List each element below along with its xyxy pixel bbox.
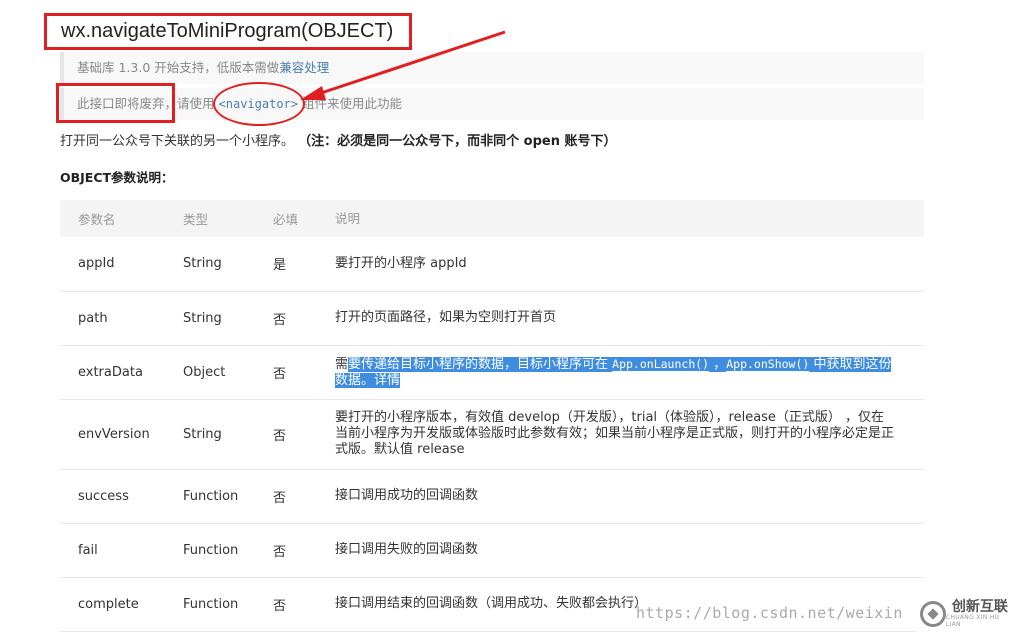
deprecated-annotation-box (56, 83, 175, 123)
version-note: 基础库 1.3.0 开始支持，低版本需做兼容处理 (60, 52, 924, 84)
params-table: 参数名 类型 必填 说明 appId String 是 要打开的小程序 appI… (60, 200, 924, 632)
param-required: 否 (273, 291, 335, 346)
param-desc: 要打开的小程序版本，有效值 develop（开发版），trial（体验版），re… (335, 399, 924, 470)
param-required: 否 (273, 523, 335, 578)
param-name: extraData (60, 345, 183, 400)
onshow-code: App.onShow() (726, 356, 810, 371)
param-name: appId (60, 237, 183, 292)
deprecation-note: 此接口即将废弃，请使用 <navigator> 组件来使用此功能 (60, 88, 924, 120)
compat-link[interactable]: 兼容处理 (279, 60, 329, 75)
table-row: success Function 否 接口调用成功的回调函数 (60, 469, 924, 524)
param-required: 否 (273, 345, 335, 400)
logo-text-wrap: 创新互联 CHUANG XIN HU LIAN (946, 600, 1016, 628)
param-name: success (60, 469, 183, 524)
param-type: Function (183, 523, 273, 578)
navigator-annotation-circle (213, 82, 305, 126)
selected-text: 要传递给目标小程序的数据，目标小程序可在 (348, 356, 613, 372)
api-title-box: wx.navigateToMiniProgram(OBJECT) (44, 13, 412, 50)
param-required: 是 (273, 237, 335, 292)
api-title: wx.navigateToMiniProgram(OBJECT) (61, 20, 394, 42)
param-desc: 接口调用成功的回调函数 (335, 469, 924, 524)
table-row: extraData Object 否 需要传递给目标小程序的数据，目标小程序可在… (60, 345, 924, 400)
param-desc: 接口调用失败的回调函数 (335, 523, 924, 578)
logo-text: 创新互联 (951, 599, 1008, 615)
param-type: String (183, 399, 273, 470)
desc-part: 需 (335, 356, 349, 372)
param-type: String (183, 237, 273, 292)
param-name: complete (60, 577, 183, 632)
param-type: String (183, 291, 273, 346)
param-required: 否 (273, 399, 335, 470)
object-heading: OBJECT参数说明： (60, 170, 174, 185)
table-row: path String 否 打开的页面路径，如果为空则打开首页 (60, 291, 924, 346)
header-type: 类型 (183, 212, 209, 227)
header-param-name: 参数名 (78, 212, 116, 227)
table-row: appId String 是 要打开的小程序 appId (60, 237, 924, 292)
param-type: Function (183, 577, 273, 632)
param-name: path (60, 291, 183, 346)
param-desc: 打开的页面路径，如果为空则打开首页 (335, 291, 924, 346)
header-description: 说明 (335, 210, 361, 226)
watermark-url: https://blog.csdn.net/weixin (636, 604, 903, 622)
selected-text: 中获取到这份 (809, 356, 892, 372)
param-desc: 需要传递给目标小程序的数据，目标小程序可在 App.onLaunch() ，Ap… (335, 345, 924, 400)
param-required: 否 (273, 469, 335, 524)
use-suffix: 组件来使用此功能 (301, 96, 402, 111)
param-type: Object (183, 345, 273, 400)
onlaunch-code: App.onLaunch() (612, 356, 710, 371)
header-required: 必填 (273, 212, 299, 227)
param-required: 否 (273, 577, 335, 632)
details-link[interactable]: 数据。详情 (335, 372, 401, 388)
table-header-row: 参数名 类型 必填 说明 (60, 200, 924, 237)
selected-text: ， (709, 356, 727, 372)
param-type: Function (183, 469, 273, 524)
version-note-text: 基础库 1.3.0 开始支持，低版本需做 (77, 60, 280, 75)
site-logo: 创新互联 CHUANG XIN HU LIAN (916, 596, 1016, 632)
logo-icon (920, 601, 946, 627)
logo-subtext: CHUANG XIN HU LIAN (945, 614, 1000, 628)
table-row: envVersion String 否 要打开的小程序版本，有效值 develo… (60, 399, 924, 470)
description-note: （注：必须是同一公众号下，而非同个 open 账号下） (298, 134, 617, 149)
param-name: envVersion (60, 399, 183, 470)
description-main: 打开同一公众号下关联的另一个小程序。 (60, 134, 295, 149)
use-prefix: 请使用 (177, 96, 215, 111)
table-row: fail Function 否 接口调用失败的回调函数 (60, 523, 924, 578)
param-desc: 要打开的小程序 appId (335, 237, 924, 292)
description: 打开同一公众号下关联的另一个小程序。 （注：必须是同一公众号下，而非同个 ope… (60, 130, 617, 149)
param-name: fail (60, 523, 183, 578)
